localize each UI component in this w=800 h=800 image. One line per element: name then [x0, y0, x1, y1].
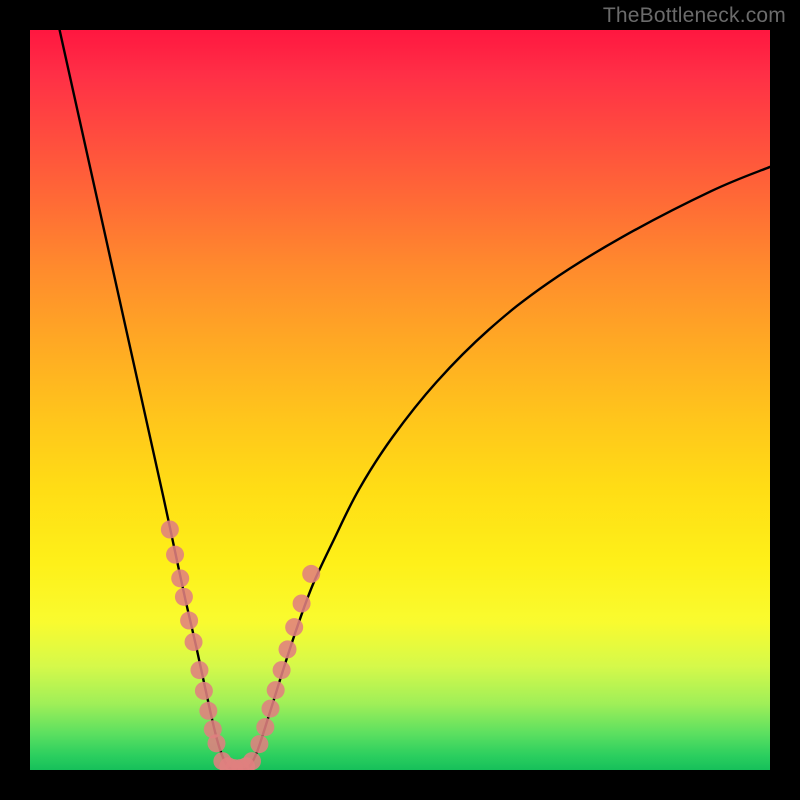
dot-right-branch-dots	[262, 700, 280, 718]
dot-right-branch-dots	[293, 595, 311, 613]
plot-area	[30, 30, 770, 770]
watermark-text: TheBottleneck.com	[603, 4, 786, 28]
dot-right-branch-dots	[267, 681, 285, 699]
dot-left-branch-dots	[207, 734, 225, 752]
dot-left-branch-dots	[195, 682, 213, 700]
dot-valley-dots	[243, 752, 261, 770]
chart-container: TheBottleneck.com	[0, 0, 800, 800]
dot-right-branch-dots	[250, 735, 268, 753]
dot-right-branch-dots	[273, 661, 291, 679]
dot-left-branch-dots	[199, 702, 217, 720]
scatter-layer	[30, 30, 770, 770]
dot-left-branch-dots	[171, 569, 189, 587]
dot-right-branch-dots	[256, 718, 274, 736]
dot-right-branch-dots	[302, 565, 320, 583]
dot-left-branch-dots	[190, 661, 208, 679]
dot-left-branch-dots	[161, 521, 179, 539]
dot-left-branch-dots	[175, 588, 193, 606]
dot-left-branch-dots	[180, 612, 198, 630]
dot-right-branch-dots	[279, 640, 297, 658]
dot-right-branch-dots	[285, 618, 303, 636]
dot-left-branch-dots	[185, 633, 203, 651]
dot-left-branch-dots	[166, 546, 184, 564]
